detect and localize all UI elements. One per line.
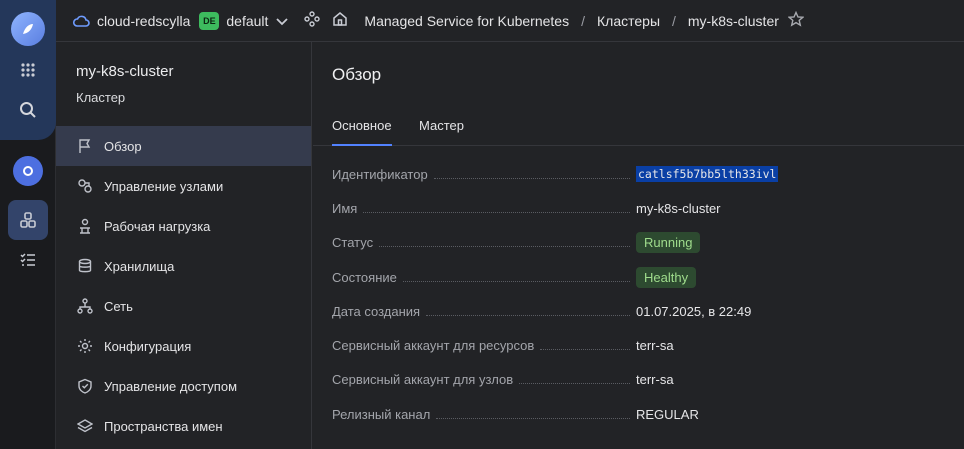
main-content: Обзор Основное Мастер Идентификатор catl… [313, 42, 964, 449]
property-label: Статус [332, 235, 374, 251]
leader-dots [363, 211, 630, 213]
tab-master[interactable]: Мастер [419, 118, 464, 146]
sidebar-item-label: Сеть [104, 298, 133, 314]
property-label: Состояние [332, 269, 397, 285]
property-label: Дата создания [332, 303, 421, 319]
property-row: Состояние Healthy [332, 260, 952, 294]
global-nav-rail [0, 0, 56, 449]
storage-icon [76, 257, 94, 275]
health-badge: Healthy [636, 266, 697, 288]
breadcrumb-service[interactable]: Managed Service for Kubernetes [364, 13, 569, 29]
property-label: Имя [332, 200, 358, 216]
property-row: Идентификатор catlsf5b7bb5lth33ivl [332, 157, 952, 191]
app-root: cloud-redscylla DE default Managed Servi… [0, 0, 964, 449]
property-label: Идентификатор [332, 166, 428, 182]
property-row: Сервисный аккаунт для ресурсов terr-sa [332, 328, 952, 362]
breadcrumb-cluster: my-k8s-cluster [687, 12, 779, 29]
property-row: Дата создания 01.07.2025, в 22:49 [332, 294, 952, 328]
resource-service-account-link[interactable]: terr-sa [636, 338, 674, 353]
cluster-id-value[interactable]: catlsf5b7bb5lth33ivl [636, 166, 779, 183]
tabs-bar: Основное Мастер [313, 110, 964, 146]
folder-name: default [226, 12, 269, 29]
leader-dots [433, 177, 630, 179]
property-label: Релизный канал [332, 406, 431, 422]
yandex-cloud-logo-icon[interactable] [11, 12, 45, 46]
property-row: Статус Running [332, 226, 952, 260]
search-icon[interactable] [8, 90, 48, 130]
sidebar-item-access[interactable]: Управление доступом [56, 366, 311, 406]
property-row: Релизный канал REGULAR [332, 397, 952, 431]
breadcrumb-separator: / [581, 12, 585, 29]
release-channel-value: REGULAR [636, 406, 699, 422]
cloud-name: cloud-redscylla [97, 12, 191, 29]
leader-dots [379, 246, 630, 248]
sidebar-title: my-k8s-cluster [76, 63, 174, 80]
sidebar-item-overview[interactable]: Обзор [56, 126, 311, 166]
service-hub-icon[interactable] [304, 11, 321, 30]
clusters-icon[interactable] [8, 200, 48, 240]
sidebar-item-nodes[interactable]: Управление узлами [56, 166, 311, 206]
sidebar-item-workload[interactable]: Рабочая нагрузка [56, 206, 311, 246]
layers-icon [76, 417, 94, 435]
property-label: Сервисный аккаунт для ресурсов [332, 338, 535, 354]
leader-dots [402, 280, 630, 282]
cluster-sidebar: my-k8s-cluster Кластер Обзор Управление … [56, 42, 312, 449]
created-at-value: 01.07.2025, в 22:49 [636, 303, 752, 319]
tab-general[interactable]: Основное [332, 118, 392, 146]
chevron-down-icon [276, 13, 289, 29]
sidebar-item-label: Обзор [104, 138, 142, 154]
leader-dots [519, 383, 630, 385]
kubernetes-service-icon[interactable] [8, 151, 48, 191]
overview-properties: Идентификатор catlsf5b7bb5lth33ivl Имя m… [332, 157, 952, 431]
cluster-name-value: my-k8s-cluster [636, 200, 721, 216]
gear-icon [76, 337, 94, 355]
sidebar-subtitle: Кластер [76, 90, 126, 105]
property-row: Имя my-k8s-cluster [332, 191, 952, 225]
sidebar-item-network[interactable]: Сеть [56, 286, 311, 326]
folder-badge: DE [199, 11, 220, 30]
sidebar-nav: Обзор Управление узлами Рабочая нагрузка… [56, 126, 311, 446]
sidebar-item-label: Рабочая нагрузка [104, 218, 211, 234]
star-icon[interactable] [787, 10, 805, 30]
page-title: Обзор [332, 65, 382, 84]
sidebar-item-label: Пространства имен [104, 418, 223, 434]
sidebar-item-label: Хранилища [104, 258, 175, 274]
cloud-selector[interactable]: cloud-redscylla [72, 13, 190, 29]
folder-selector[interactable]: DE default [190, 11, 289, 30]
leader-dots [436, 417, 630, 419]
leader-dots [426, 314, 630, 316]
property-row: Сервисный аккаунт для узлов terr-sa [332, 363, 952, 397]
top-bar: cloud-redscylla DE default Managed Servi… [56, 0, 964, 42]
breadcrumb-separator: / [672, 12, 676, 29]
sidebar-item-label: Управление доступом [104, 378, 238, 394]
home-icon[interactable] [332, 11, 348, 30]
shield-icon [76, 377, 94, 395]
sidebar-item-label: Конфигурация [104, 338, 192, 354]
status-badge: Running [636, 232, 701, 254]
sidebar-item-label: Управление узлами [104, 178, 224, 194]
leader-dots [540, 349, 630, 351]
node-service-account-link[interactable]: terr-sa [636, 372, 674, 387]
nodes-icon [76, 177, 94, 195]
property-label: Сервисный аккаунт для узлов [332, 372, 514, 388]
flag-icon [76, 137, 94, 155]
workload-icon [76, 217, 94, 235]
task-list-icon[interactable] [8, 240, 48, 280]
network-icon [76, 297, 94, 315]
sidebar-item-namespaces[interactable]: Пространства имен [56, 406, 311, 446]
sidebar-item-configuration[interactable]: Конфигурация [56, 326, 311, 366]
cloud-icon [72, 15, 90, 27]
breadcrumb-clusters[interactable]: Кластеры [597, 13, 660, 29]
sidebar-item-storage[interactable]: Хранилища [56, 246, 311, 286]
apps-grid-icon[interactable] [8, 50, 48, 90]
